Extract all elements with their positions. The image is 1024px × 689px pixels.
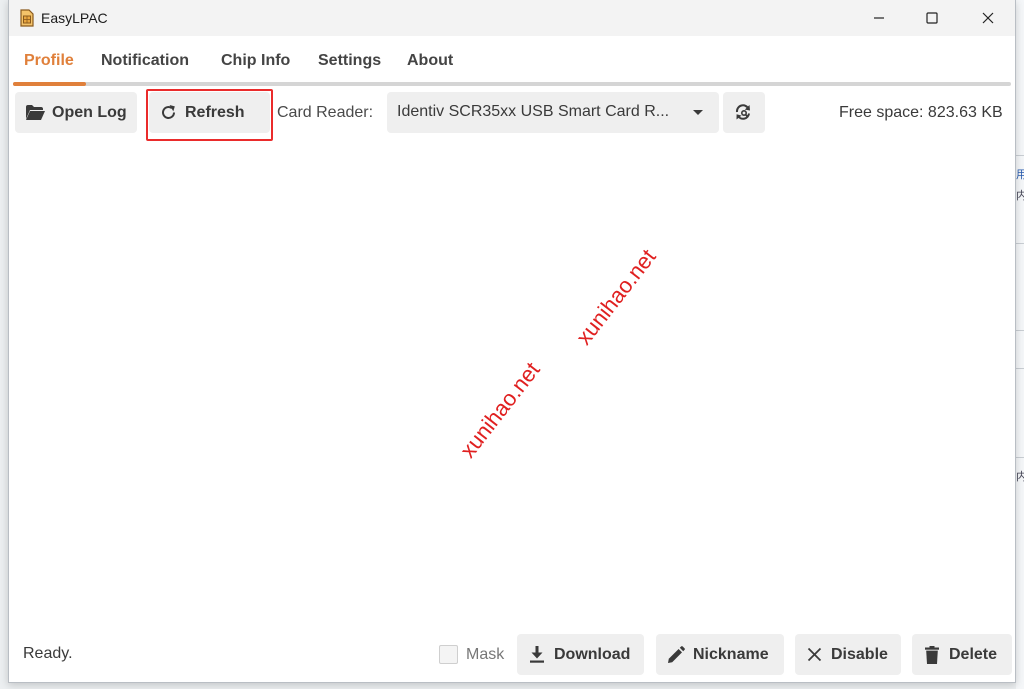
highlight-annotation <box>146 89 273 141</box>
mask-checkbox[interactable] <box>439 645 458 664</box>
pencil-icon <box>668 645 685 663</box>
maximize-button[interactable] <box>909 0 955 36</box>
minimize-icon <box>874 17 884 19</box>
card-reader-select[interactable]: Identiv SCR35xx USB Smart Card R... <box>387 92 719 133</box>
open-log-button[interactable]: Open Log <box>15 92 137 133</box>
sim-card-icon <box>20 9 34 27</box>
nickname-label: Nickname <box>693 645 769 663</box>
minimize-button[interactable] <box>856 0 902 36</box>
background-glyph: 内 <box>1016 189 1024 202</box>
close-icon <box>807 647 822 662</box>
caret-down-icon <box>693 110 703 115</box>
background-glyph: 用 <box>1016 168 1024 181</box>
rescan-readers-button[interactable] <box>723 92 765 133</box>
background-divider <box>1016 330 1024 331</box>
watermark-text: xunihao.net <box>455 357 545 463</box>
background-divider <box>1016 457 1024 458</box>
close-icon <box>982 12 994 24</box>
app-window: EasyLPAC Profile Notification Chip Info … <box>8 0 1016 683</box>
close-window-button[interactable] <box>965 0 1011 36</box>
download-button[interactable]: Download <box>517 634 644 675</box>
maximize-icon <box>926 12 938 24</box>
open-log-label: Open Log <box>52 103 127 121</box>
disable-label: Disable <box>831 645 888 663</box>
tab-about[interactable]: About <box>407 52 453 70</box>
free-space-text: Free space: 823.63 KB <box>839 104 1003 121</box>
tab-settings[interactable]: Settings <box>318 52 381 70</box>
watermark-text: xunihao.net <box>571 244 661 350</box>
background-glyph: 内 <box>1016 470 1024 483</box>
card-reader-label: Card Reader: <box>277 104 374 121</box>
rescan-icon <box>735 103 750 120</box>
background-divider <box>1016 155 1024 156</box>
card-reader-value: Identiv SCR35xx USB Smart Card R... <box>397 103 670 120</box>
tab-track <box>13 82 1011 86</box>
delete-label: Delete <box>949 645 998 663</box>
active-tab-indicator <box>13 82 86 86</box>
window-title: EasyLPAC <box>41 10 108 26</box>
status-text: Ready. <box>23 645 73 662</box>
download-icon <box>530 646 544 663</box>
disable-button[interactable]: Disable <box>795 634 901 675</box>
tab-notification[interactable]: Notification <box>101 52 189 70</box>
tab-profile[interactable]: Profile <box>24 52 74 70</box>
download-label: Download <box>554 645 631 663</box>
tab-bar: Profile Notification Chip Info Settings … <box>9 36 1015 86</box>
background-divider <box>1016 368 1024 369</box>
mask-label[interactable]: Mask <box>466 646 504 664</box>
folder-open-icon <box>26 105 45 120</box>
background-divider <box>1016 243 1024 244</box>
nickname-button[interactable]: Nickname <box>656 634 784 675</box>
delete-button[interactable]: Delete <box>912 634 1012 675</box>
trash-icon <box>925 645 939 664</box>
title-bar[interactable]: EasyLPAC <box>9 0 1015 36</box>
background-window-edge <box>1016 0 1024 689</box>
tab-chip-info[interactable]: Chip Info <box>221 52 290 70</box>
